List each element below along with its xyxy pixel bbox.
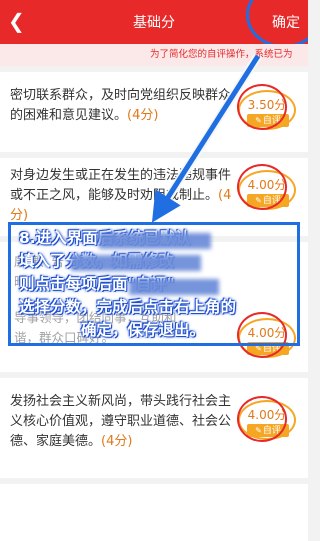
item-text: 发扬社会主义新风尚，带头践行社会主义核心价值观，遵守职业道德、社会公德、家庭美德… (10, 394, 232, 449)
score-highlight-circle (237, 164, 287, 210)
instruction-box: 8.进入界面后系统已默认 填入了分数，如需修改 则点击每项后面"自评" 选择分数… (8, 222, 300, 346)
redaction-blur (129, 279, 219, 295)
redaction-blur (71, 255, 201, 271)
redaction-blur (99, 233, 211, 249)
score-highlight-circle (237, 396, 287, 442)
screen: { "header": { "back_icon": "chevron-left… (0, 0, 308, 541)
score-highlight-circle (237, 84, 287, 130)
item-text: 密切联系群众，及时向党组织反映群众的困难和意见建议。(4分) (10, 88, 232, 123)
notice-bar: 为了简化您的自评操作，系统已为 (0, 44, 308, 66)
empty-area (0, 484, 308, 541)
confirm-highlight-circle (246, 0, 308, 48)
app-header: ❮ 基础分 确定 (0, 0, 308, 48)
item-text: 对身边发生或正在发生的违法违规事件或不正之风，能够及时劝阻或制止。(4分) (10, 168, 232, 223)
